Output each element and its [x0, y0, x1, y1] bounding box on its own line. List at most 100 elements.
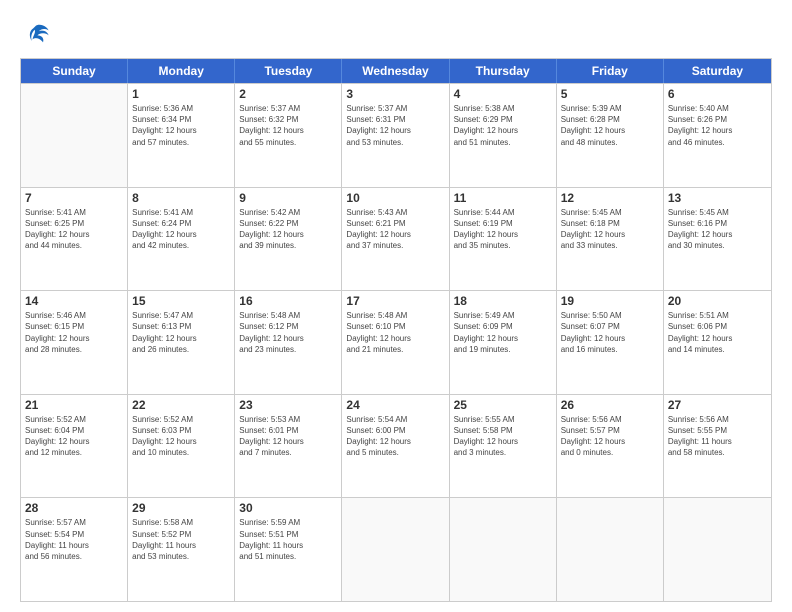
day-number: 19 — [561, 294, 659, 308]
calendar-header-thursday: Thursday — [450, 59, 557, 83]
calendar-cell: 11 Sunrise: 5:44 AM Sunset: 6:19 PM Dayli… — [450, 188, 557, 291]
day-info: Sunrise: 5:50 AM Sunset: 6:07 PM Dayligh… — [561, 310, 659, 355]
day-number: 21 — [25, 398, 123, 412]
day-number: 1 — [132, 87, 230, 101]
calendar-cell: 17 Sunrise: 5:48 AM Sunset: 6:10 PM Dayli… — [342, 291, 449, 394]
day-info: Sunrise: 5:48 AM Sunset: 6:10 PM Dayligh… — [346, 310, 444, 355]
day-info: Sunrise: 5:40 AM Sunset: 6:26 PM Dayligh… — [668, 103, 767, 148]
day-number: 7 — [25, 191, 123, 205]
calendar-cell: 10 Sunrise: 5:43 AM Sunset: 6:21 PM Dayli… — [342, 188, 449, 291]
day-number: 28 — [25, 501, 123, 515]
day-info: Sunrise: 5:37 AM Sunset: 6:32 PM Dayligh… — [239, 103, 337, 148]
calendar-cell: 20 Sunrise: 5:51 AM Sunset: 6:06 PM Dayli… — [664, 291, 771, 394]
day-number: 8 — [132, 191, 230, 205]
calendar-cell: 4 Sunrise: 5:38 AM Sunset: 6:29 PM Daylig… — [450, 84, 557, 187]
calendar-cell: 7 Sunrise: 5:41 AM Sunset: 6:25 PM Daylig… — [21, 188, 128, 291]
day-info: Sunrise: 5:54 AM Sunset: 6:00 PM Dayligh… — [346, 414, 444, 459]
calendar-header-tuesday: Tuesday — [235, 59, 342, 83]
day-info: Sunrise: 5:51 AM Sunset: 6:06 PM Dayligh… — [668, 310, 767, 355]
calendar-row-0: 1 Sunrise: 5:36 AM Sunset: 6:34 PM Daylig… — [21, 83, 771, 187]
calendar-cell: 25 Sunrise: 5:55 AM Sunset: 5:58 PM Dayli… — [450, 395, 557, 498]
calendar-cell: 14 Sunrise: 5:46 AM Sunset: 6:15 PM Dayli… — [21, 291, 128, 394]
day-number: 14 — [25, 294, 123, 308]
calendar-cell: 24 Sunrise: 5:54 AM Sunset: 6:00 PM Dayli… — [342, 395, 449, 498]
day-number: 11 — [454, 191, 552, 205]
day-info: Sunrise: 5:46 AM Sunset: 6:15 PM Dayligh… — [25, 310, 123, 355]
calendar-cell: 6 Sunrise: 5:40 AM Sunset: 6:26 PM Daylig… — [664, 84, 771, 187]
day-info: Sunrise: 5:59 AM Sunset: 5:51 PM Dayligh… — [239, 517, 337, 562]
calendar-row-4: 28 Sunrise: 5:57 AM Sunset: 5:54 PM Dayli… — [21, 497, 771, 601]
calendar-cell: 3Sunrise: 5:37 AM Sunset: 6:31 PM Daylig… — [342, 84, 449, 187]
calendar-cell — [557, 498, 664, 601]
day-info: Sunrise: 5:49 AM Sunset: 6:09 PM Dayligh… — [454, 310, 552, 355]
calendar-row-2: 14 Sunrise: 5:46 AM Sunset: 6:15 PM Dayli… — [21, 290, 771, 394]
day-number: 25 — [454, 398, 552, 412]
calendar-cell: 9 Sunrise: 5:42 AM Sunset: 6:22 PM Daylig… — [235, 188, 342, 291]
day-number: 5 — [561, 87, 659, 101]
day-info: Sunrise: 5:45 AM Sunset: 6:18 PM Dayligh… — [561, 207, 659, 252]
calendar-cell — [21, 84, 128, 187]
calendar-header-saturday: Saturday — [664, 59, 771, 83]
day-info: Sunrise: 5:57 AM Sunset: 5:54 PM Dayligh… — [25, 517, 123, 562]
calendar-cell: 13 Sunrise: 5:45 AM Sunset: 6:16 PM Dayli… — [664, 188, 771, 291]
day-number: 16 — [239, 294, 337, 308]
calendar-body: 1 Sunrise: 5:36 AM Sunset: 6:34 PM Daylig… — [21, 83, 771, 601]
day-number: 10 — [346, 191, 444, 205]
day-number: 4 — [454, 87, 552, 101]
calendar-cell: 22Sunrise: 5:52 AM Sunset: 6:03 PM Dayli… — [128, 395, 235, 498]
day-info: Sunrise: 5:56 AM Sunset: 5:55 PM Dayligh… — [668, 414, 767, 459]
day-number: 13 — [668, 191, 767, 205]
calendar-cell: 30 Sunrise: 5:59 AM Sunset: 5:51 PM Dayli… — [235, 498, 342, 601]
day-number: 2 — [239, 87, 337, 101]
calendar-cell: 15 Sunrise: 5:47 AM Sunset: 6:13 PM Dayli… — [128, 291, 235, 394]
day-info: Sunrise: 5:41 AM Sunset: 6:24 PM Dayligh… — [132, 207, 230, 252]
calendar-header-friday: Friday — [557, 59, 664, 83]
day-info: Sunrise: 5:38 AM Sunset: 6:29 PM Dayligh… — [454, 103, 552, 148]
calendar-cell — [342, 498, 449, 601]
day-info: Sunrise: 5:55 AM Sunset: 5:58 PM Dayligh… — [454, 414, 552, 459]
day-number: 17 — [346, 294, 444, 308]
calendar-cell: 21 Sunrise: 5:52 AM Sunset: 6:04 PM Dayli… — [21, 395, 128, 498]
day-info: Sunrise: 5:52 AM Sunset: 6:04 PM Dayligh… — [25, 414, 123, 459]
day-info: Sunrise: 5:48 AM Sunset: 6:12 PM Dayligh… — [239, 310, 337, 355]
calendar-cell: 28 Sunrise: 5:57 AM Sunset: 5:54 PM Dayli… — [21, 498, 128, 601]
day-number: 27 — [668, 398, 767, 412]
day-info: Sunrise: 5:42 AM Sunset: 6:22 PM Dayligh… — [239, 207, 337, 252]
logo — [20, 20, 50, 48]
day-info: Sunrise: 5:45 AM Sunset: 6:16 PM Dayligh… — [668, 207, 767, 252]
calendar-cell: 26Sunrise: 5:56 AM Sunset: 5:57 PM Dayli… — [557, 395, 664, 498]
calendar-cell: 12 Sunrise: 5:45 AM Sunset: 6:18 PM Dayli… — [557, 188, 664, 291]
day-info: Sunrise: 5:41 AM Sunset: 6:25 PM Dayligh… — [25, 207, 123, 252]
calendar-cell: 8 Sunrise: 5:41 AM Sunset: 6:24 PM Daylig… — [128, 188, 235, 291]
day-number: 22 — [132, 398, 230, 412]
calendar-header-sunday: Sunday — [21, 59, 128, 83]
calendar-cell: 1 Sunrise: 5:36 AM Sunset: 6:34 PM Daylig… — [128, 84, 235, 187]
day-number: 12 — [561, 191, 659, 205]
day-number: 24 — [346, 398, 444, 412]
calendar-cell: 5 Sunrise: 5:39 AM Sunset: 6:28 PM Daylig… — [557, 84, 664, 187]
day-number: 15 — [132, 294, 230, 308]
calendar-header-wednesday: Wednesday — [342, 59, 449, 83]
day-info: Sunrise: 5:39 AM Sunset: 6:28 PM Dayligh… — [561, 103, 659, 148]
calendar-row-1: 7 Sunrise: 5:41 AM Sunset: 6:25 PM Daylig… — [21, 187, 771, 291]
day-info: Sunrise: 5:56 AM Sunset: 5:57 PM Dayligh… — [561, 414, 659, 459]
day-info: Sunrise: 5:43 AM Sunset: 6:21 PM Dayligh… — [346, 207, 444, 252]
day-info: Sunrise: 5:47 AM Sunset: 6:13 PM Dayligh… — [132, 310, 230, 355]
day-number: 30 — [239, 501, 337, 515]
calendar: SundayMondayTuesdayWednesdayThursdayFrid… — [20, 58, 772, 602]
day-number: 29 — [132, 501, 230, 515]
calendar-header: SundayMondayTuesdayWednesdayThursdayFrid… — [21, 59, 771, 83]
header — [20, 15, 772, 48]
calendar-cell: 29Sunrise: 5:58 AM Sunset: 5:52 PM Dayli… — [128, 498, 235, 601]
calendar-row-3: 21 Sunrise: 5:52 AM Sunset: 6:04 PM Dayli… — [21, 394, 771, 498]
calendar-cell: 23Sunrise: 5:53 AM Sunset: 6:01 PM Dayli… — [235, 395, 342, 498]
calendar-cell — [664, 498, 771, 601]
calendar-cell: 18Sunrise: 5:49 AM Sunset: 6:09 PM Dayli… — [450, 291, 557, 394]
day-number: 6 — [668, 87, 767, 101]
page: SundayMondayTuesdayWednesdayThursdayFrid… — [0, 0, 792, 612]
day-info: Sunrise: 5:53 AM Sunset: 6:01 PM Dayligh… — [239, 414, 337, 459]
day-number: 9 — [239, 191, 337, 205]
day-info: Sunrise: 5:44 AM Sunset: 6:19 PM Dayligh… — [454, 207, 552, 252]
day-info: Sunrise: 5:36 AM Sunset: 6:34 PM Dayligh… — [132, 103, 230, 148]
day-number: 20 — [668, 294, 767, 308]
